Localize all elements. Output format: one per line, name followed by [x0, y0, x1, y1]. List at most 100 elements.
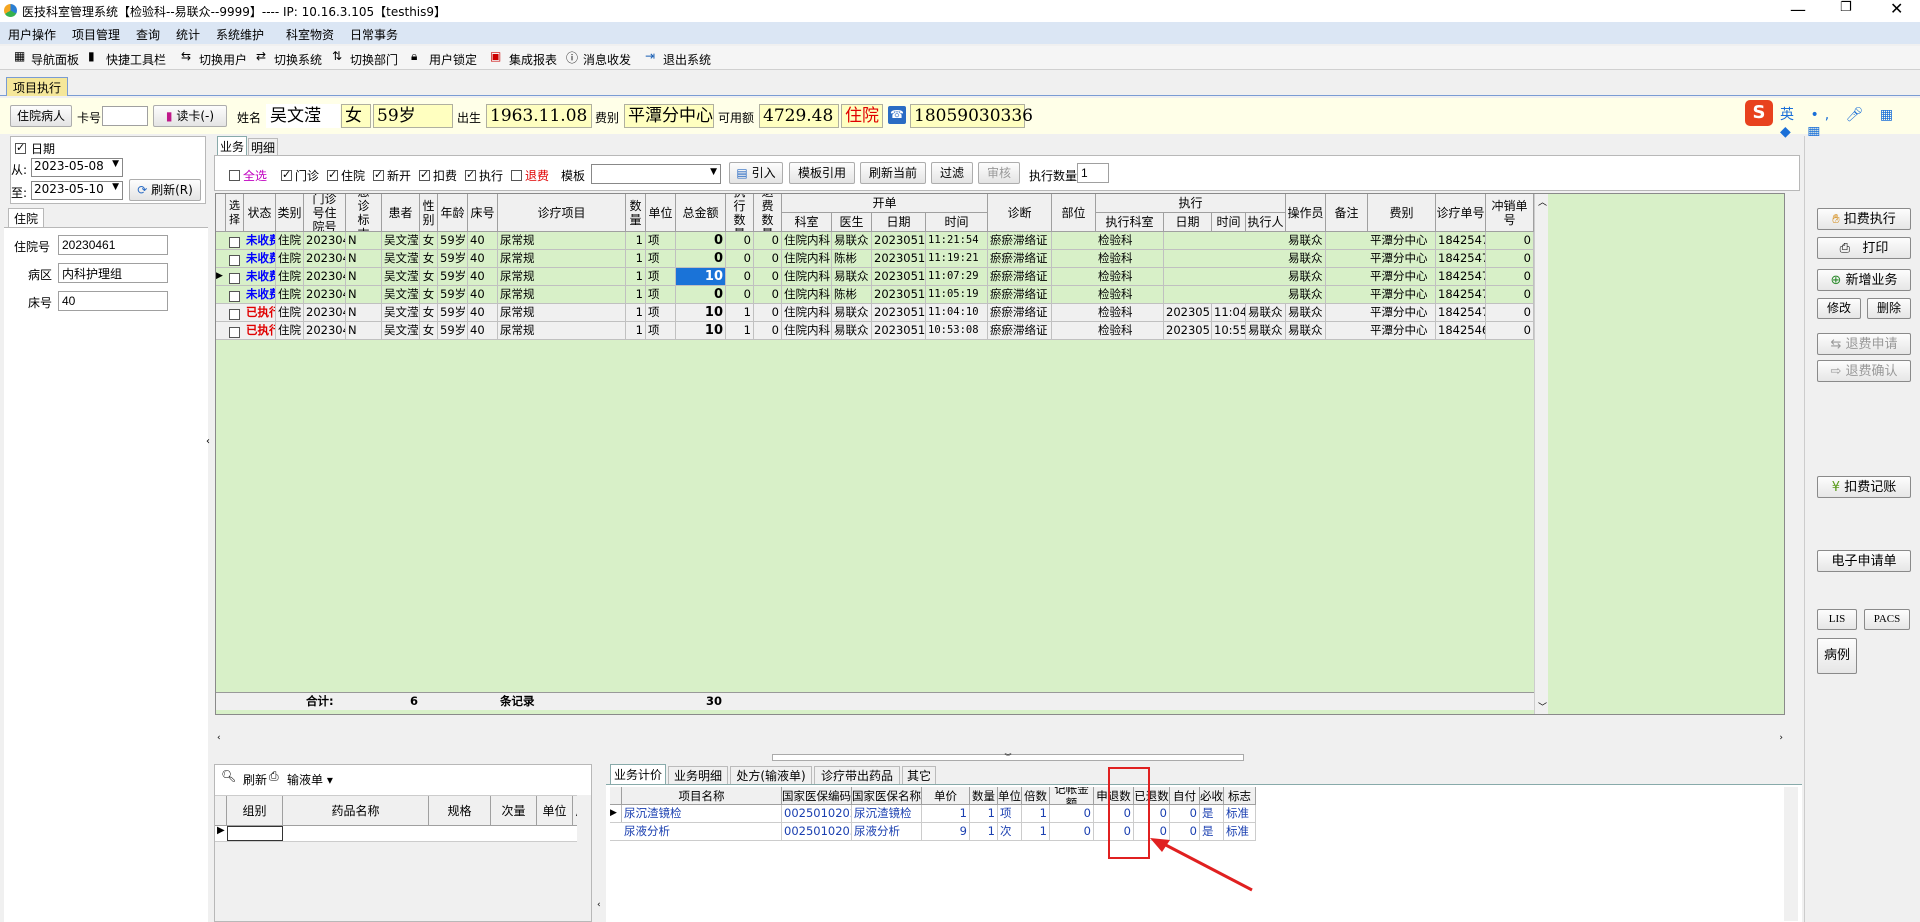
tab-other[interactable]: 其它: [902, 766, 936, 784]
refund-checkbox[interactable]: [511, 168, 522, 182]
ward-label: 病区: [28, 268, 53, 282]
audit-button[interactable]: 审核: [978, 162, 1020, 184]
ipd-checkbox[interactable]: [327, 168, 338, 182]
template-select[interactable]: ▼: [591, 164, 721, 184]
toolbar-nav-panel[interactable]: 导航面板: [31, 51, 79, 68]
new-checkbox[interactable]: [373, 168, 384, 182]
charge-account-button[interactable]: ¥ 扣费记账: [1817, 476, 1911, 498]
menu-item[interactable]: 系统维护: [216, 26, 264, 43]
print-button[interactable]: ⎙ 打印: [1817, 237, 1911, 259]
toolbar-exit[interactable]: 退出系统: [663, 51, 711, 68]
refund-apply-button[interactable]: ⇆ 退费申请: [1817, 333, 1911, 355]
close-button[interactable]: ✕: [1890, 0, 1903, 18]
cell-cat: 住院: [276, 286, 304, 303]
opd-checkbox[interactable]: [281, 168, 292, 182]
tab-business-detail[interactable]: 业务明细: [668, 766, 728, 784]
tab-detail[interactable]: 明细: [248, 138, 278, 156]
refund-icon: ⇆: [1830, 337, 1842, 352]
inpatient-no-input[interactable]: [58, 235, 168, 255]
delete-button[interactable]: 删除: [1867, 298, 1911, 319]
select-all-checkbox[interactable]: [229, 168, 240, 182]
grid-hscroll[interactable]: ‹ ›: [215, 733, 1785, 746]
toolbar-lock[interactable]: 用户锁定: [429, 51, 477, 68]
row-checkbox[interactable]: [229, 307, 240, 321]
tab-drugs-out[interactable]: 诊疗带出药品: [814, 766, 900, 784]
row-checkbox[interactable]: [229, 325, 240, 339]
bed-input[interactable]: [58, 291, 168, 311]
row-checkbox[interactable]: [229, 235, 240, 249]
exec-count-input[interactable]: [1077, 163, 1109, 183]
table-row[interactable]: ▶未收费住院2023046N吴文滢女59岁40尿常规1项1000住院内科易联众2…: [216, 268, 1534, 286]
import-button[interactable]: ▤ 引入: [729, 162, 783, 184]
toolbar-switch-user[interactable]: 切换用户: [199, 51, 247, 68]
bottom-left-vscroll[interactable]: [577, 795, 591, 921]
toolbar-switch-dept[interactable]: 切换部门: [350, 51, 398, 68]
cell-qty: 1: [626, 322, 646, 339]
menu-item[interactable]: 日常事务: [350, 26, 398, 43]
cell-status: 未收费: [244, 250, 276, 267]
date-checkbox[interactable]: [15, 141, 26, 155]
add-icon: ⊕: [1830, 273, 1842, 288]
bottom-splitter[interactable]: ‹: [596, 764, 604, 922]
cell-item: 尿常规: [498, 232, 626, 249]
table-row[interactable]: 已执行住院2023046N吴文滢女59岁40尿常规1项1010住院内科易联众20…: [216, 304, 1534, 322]
tab-business[interactable]: 业务: [217, 136, 247, 156]
table-row[interactable]: 未收费住院2023046N吴文滢女59岁40尿常规1项000住院内科陈彬2023…: [216, 250, 1534, 268]
table-row[interactable]: 未收费住院2023046N吴文滢女59岁40尿常规1项000住院内科易联众202…: [216, 232, 1534, 250]
pacs-button[interactable]: PACS: [1864, 609, 1910, 630]
tab-inpatient[interactable]: 住院: [8, 208, 44, 228]
row-checkbox[interactable]: [229, 289, 240, 303]
from-date-picker[interactable]: 2023-05-08 ▼: [31, 158, 123, 177]
e-request-button[interactable]: 电子申请单: [1817, 550, 1911, 572]
drug-row[interactable]: ▶: [215, 825, 591, 842]
row-checkbox[interactable]: [229, 253, 240, 267]
table-row[interactable]: 未收费住院2023046N吴文滢女59岁40尿常规1项000住院内科陈彬2023…: [216, 286, 1534, 304]
tab-project-exec[interactable]: 项目执行: [6, 77, 69, 96]
toolbar-reports[interactable]: 集成报表: [509, 51, 557, 68]
infusion-dropdown[interactable]: 输液单 ▾: [287, 771, 333, 788]
medical-record-button[interactable]: 病例: [1817, 638, 1857, 674]
cell-item: 尿常规: [498, 322, 626, 339]
bottom-refresh-button[interactable]: 刷新: [243, 771, 267, 788]
charge-label: 扣费: [433, 169, 458, 183]
price-vscroll[interactable]: [1784, 787, 1798, 921]
exec-checkbox[interactable]: [465, 168, 476, 182]
menu-item[interactable]: 统计: [176, 26, 200, 43]
add-business-button[interactable]: ⊕ 新增业务: [1817, 269, 1911, 291]
menu-item[interactable]: 项目管理: [72, 26, 120, 43]
left-refresh-button[interactable]: ⟳ 刷新(R): [129, 179, 201, 201]
toolbar-quick-tools[interactable]: 快捷工具栏: [106, 51, 166, 68]
template-ref-button[interactable]: 模板引用: [789, 162, 855, 184]
charge-checkbox[interactable]: [419, 168, 430, 182]
toolbar-switch-system[interactable]: 切换系统: [274, 51, 322, 68]
to-date-picker[interactable]: 2023-05-10 ▼: [31, 181, 123, 200]
toolbar-messages[interactable]: 消息收发: [583, 51, 631, 68]
card-input[interactable]: [102, 106, 148, 126]
refresh-current-button[interactable]: 刷新当前: [860, 162, 926, 184]
restore-button[interactable]: ❐: [1840, 0, 1852, 15]
splitter-handle-icon[interactable]: ︾: [772, 754, 1244, 761]
filter-button[interactable]: 过滤: [931, 162, 973, 184]
row-checkbox[interactable]: [229, 271, 240, 285]
price-row[interactable]: ▶尿沉渣镜检00250102023尿沉渣镜检11项10000是标准: [610, 805, 1256, 823]
table-row[interactable]: 已执行住院2023046N吴文滢女59岁40尿常规1项1010住院内科易联众20…: [216, 322, 1534, 340]
cell-item: 尿常规: [498, 250, 626, 267]
menu-item[interactable]: 科室物资: [286, 26, 334, 43]
ime-toolbar[interactable]: 英 •, 🎤︎ ▦ ◆ ▦: [1780, 104, 1920, 140]
tab-pricing[interactable]: 业务计价: [610, 764, 666, 784]
grid-vscroll[interactable]: ︿ ﹀: [1534, 194, 1548, 714]
refund-confirm-button[interactable]: ⇨ 退费确认: [1817, 360, 1911, 382]
edit-button[interactable]: 修改: [1817, 298, 1861, 319]
menu-item[interactable]: 查询: [136, 26, 160, 43]
ward-input[interactable]: [58, 263, 168, 283]
lis-button[interactable]: LIS: [1817, 609, 1857, 630]
charge-exec-button[interactable]: ✋︎ 扣费执行: [1817, 208, 1911, 230]
minimize-button[interactable]: —: [1790, 0, 1806, 19]
tab-prescription[interactable]: 处方(输液单): [730, 766, 812, 784]
cell-rq: 0: [754, 268, 782, 285]
cell-date: 20230510: [874, 232, 926, 249]
menu-item[interactable]: 用户操作: [8, 26, 56, 43]
read-card-button[interactable]: ▮ 读卡(-): [153, 105, 227, 127]
collapse-left-icon[interactable]: ‹: [206, 436, 210, 447]
inpatient-button[interactable]: 住院病人: [10, 105, 72, 127]
